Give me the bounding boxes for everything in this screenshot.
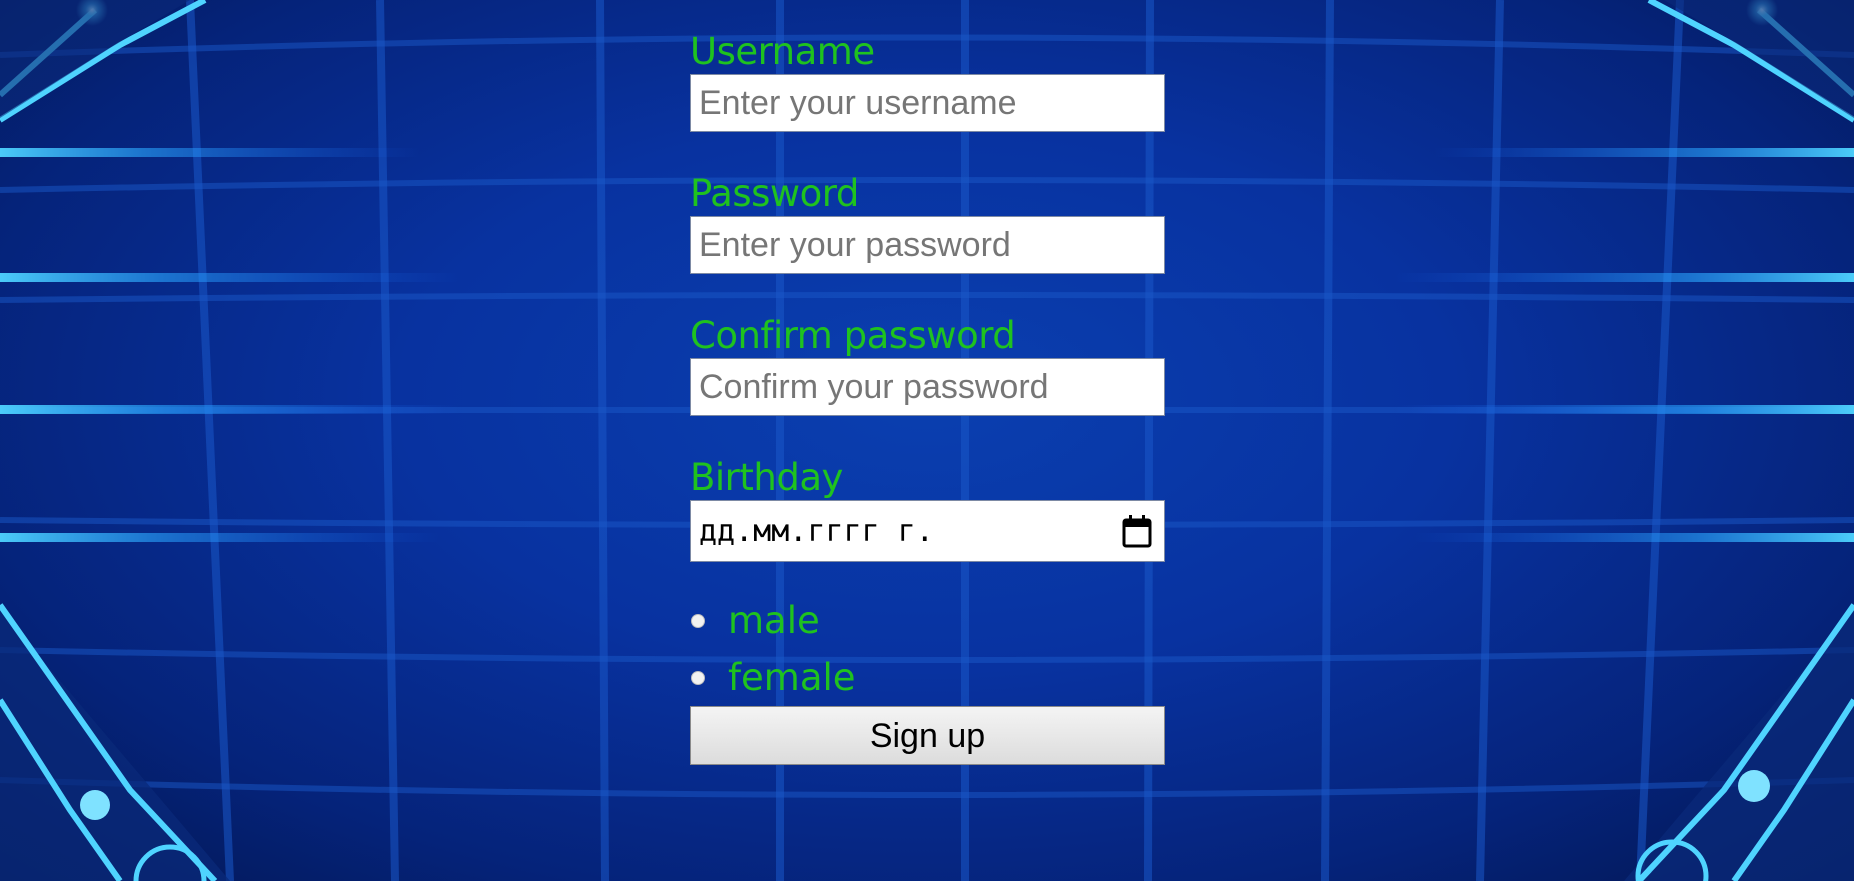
username-input[interactable] [690, 74, 1165, 132]
birthday-date-text[interactable]: дд.мм.гггг г. [699, 501, 934, 563]
password-input[interactable] [690, 216, 1165, 274]
female-label[interactable]: female [728, 649, 856, 706]
username-label: Username [690, 30, 875, 73]
gender-option-male[interactable]: male [690, 592, 1165, 649]
gender-option-female[interactable]: female [690, 649, 1165, 706]
male-radio[interactable] [691, 614, 705, 628]
male-label[interactable]: male [728, 592, 820, 649]
female-radio[interactable] [691, 671, 705, 685]
signup-form: Username Password Confirm password Birth… [690, 30, 1165, 765]
birthday-date-input[interactable]: дд.мм.гггг г. [690, 500, 1165, 562]
password-label: Password [690, 172, 859, 215]
calendar-icon[interactable] [1122, 514, 1152, 548]
confirm-password-label: Confirm password [690, 314, 1016, 357]
sign-up-button[interactable]: Sign up [690, 706, 1165, 765]
page-background: Username Password Confirm password Birth… [0, 0, 1854, 881]
confirm-password-input[interactable] [690, 358, 1165, 416]
birthday-label: Birthday [690, 456, 843, 499]
